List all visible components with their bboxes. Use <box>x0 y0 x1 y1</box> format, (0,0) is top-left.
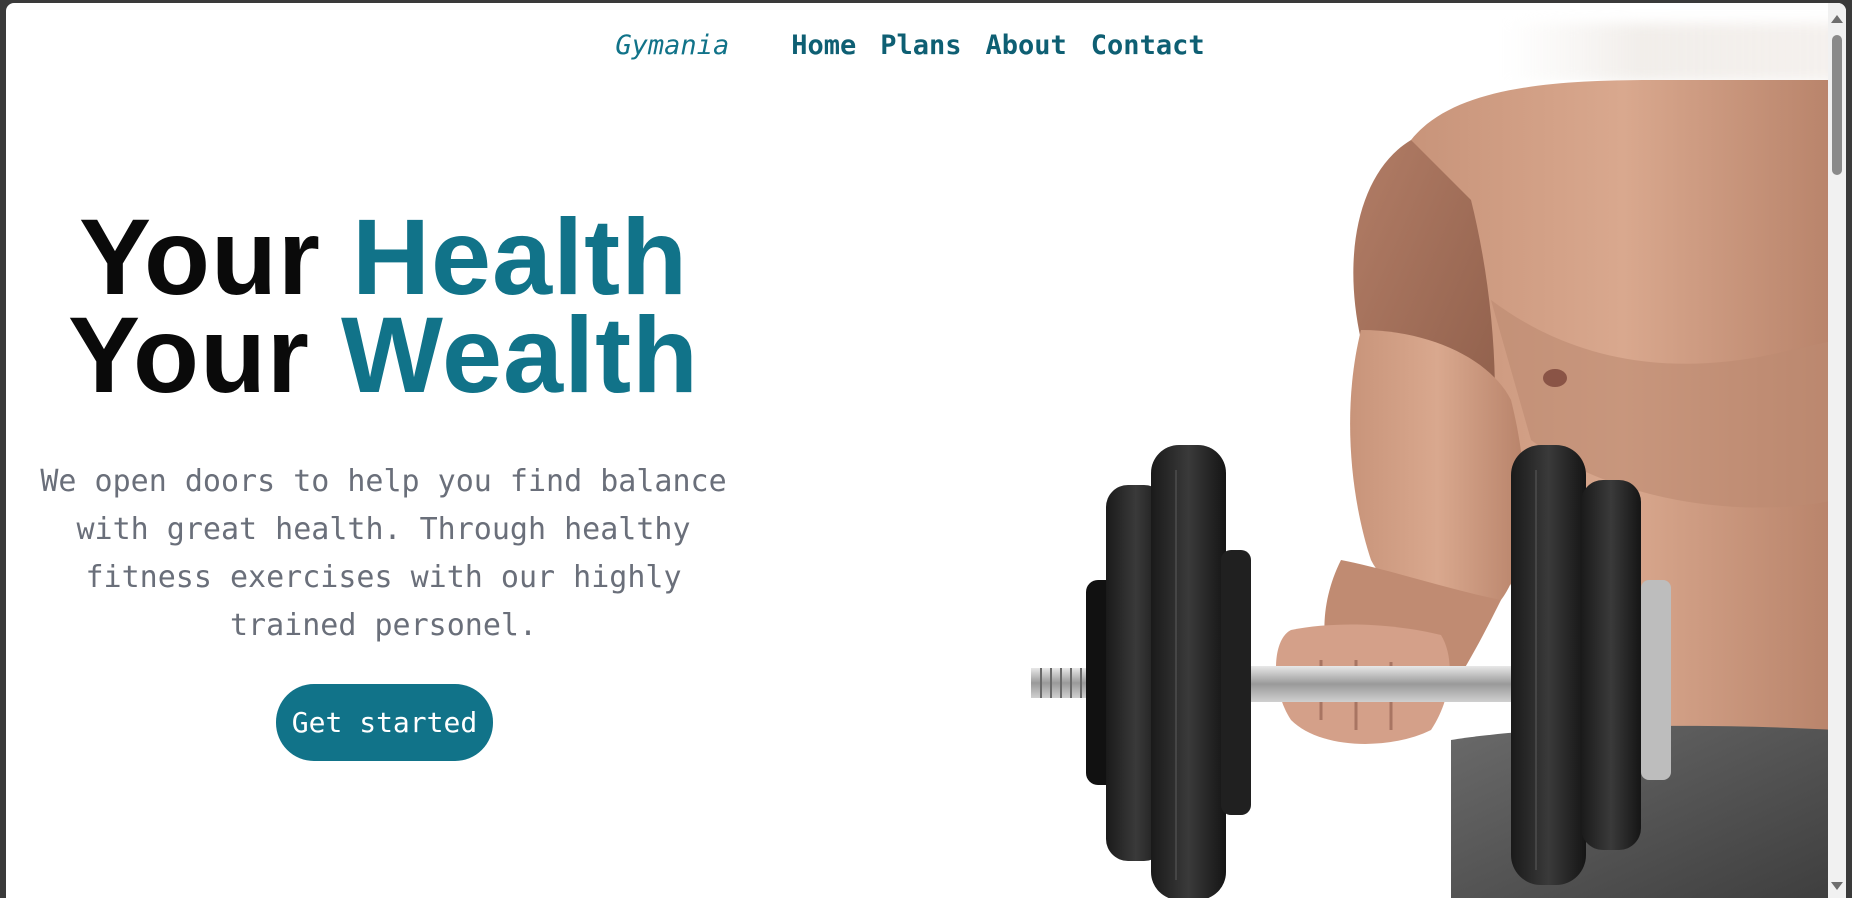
nav-link-contact[interactable]: Contact <box>1091 30 1205 61</box>
vertical-scrollbar[interactable] <box>1828 3 1846 898</box>
headline-your-2: Your <box>67 294 310 415</box>
nav-link-plans[interactable]: Plans <box>880 30 961 61</box>
hero-photo-man-dumbbell <box>891 80 1836 898</box>
hero-headline: Your Health Your Wealth <box>6 203 761 409</box>
get-started-button[interactable]: Get started <box>276 684 493 761</box>
headline-wealth: Wealth <box>340 294 700 415</box>
nav-link-about[interactable]: About <box>986 30 1067 61</box>
hero-description: We open doors to help you find balance w… <box>40 464 727 643</box>
brand-logo-text[interactable]: Gymania <box>615 30 729 61</box>
browser-viewport: Gymania Home Plans About Contact Your He… <box>6 3 1846 898</box>
top-navigation: Gymania Home Plans About Contact <box>6 23 1826 67</box>
headline-line-2: Your Wealth <box>68 294 699 415</box>
scrollbar-thumb[interactable] <box>1832 35 1842 175</box>
scroll-down-arrow-icon[interactable] <box>1831 882 1843 890</box>
nav-link-home[interactable]: Home <box>791 30 856 61</box>
scroll-up-arrow-icon[interactable] <box>1831 15 1843 23</box>
